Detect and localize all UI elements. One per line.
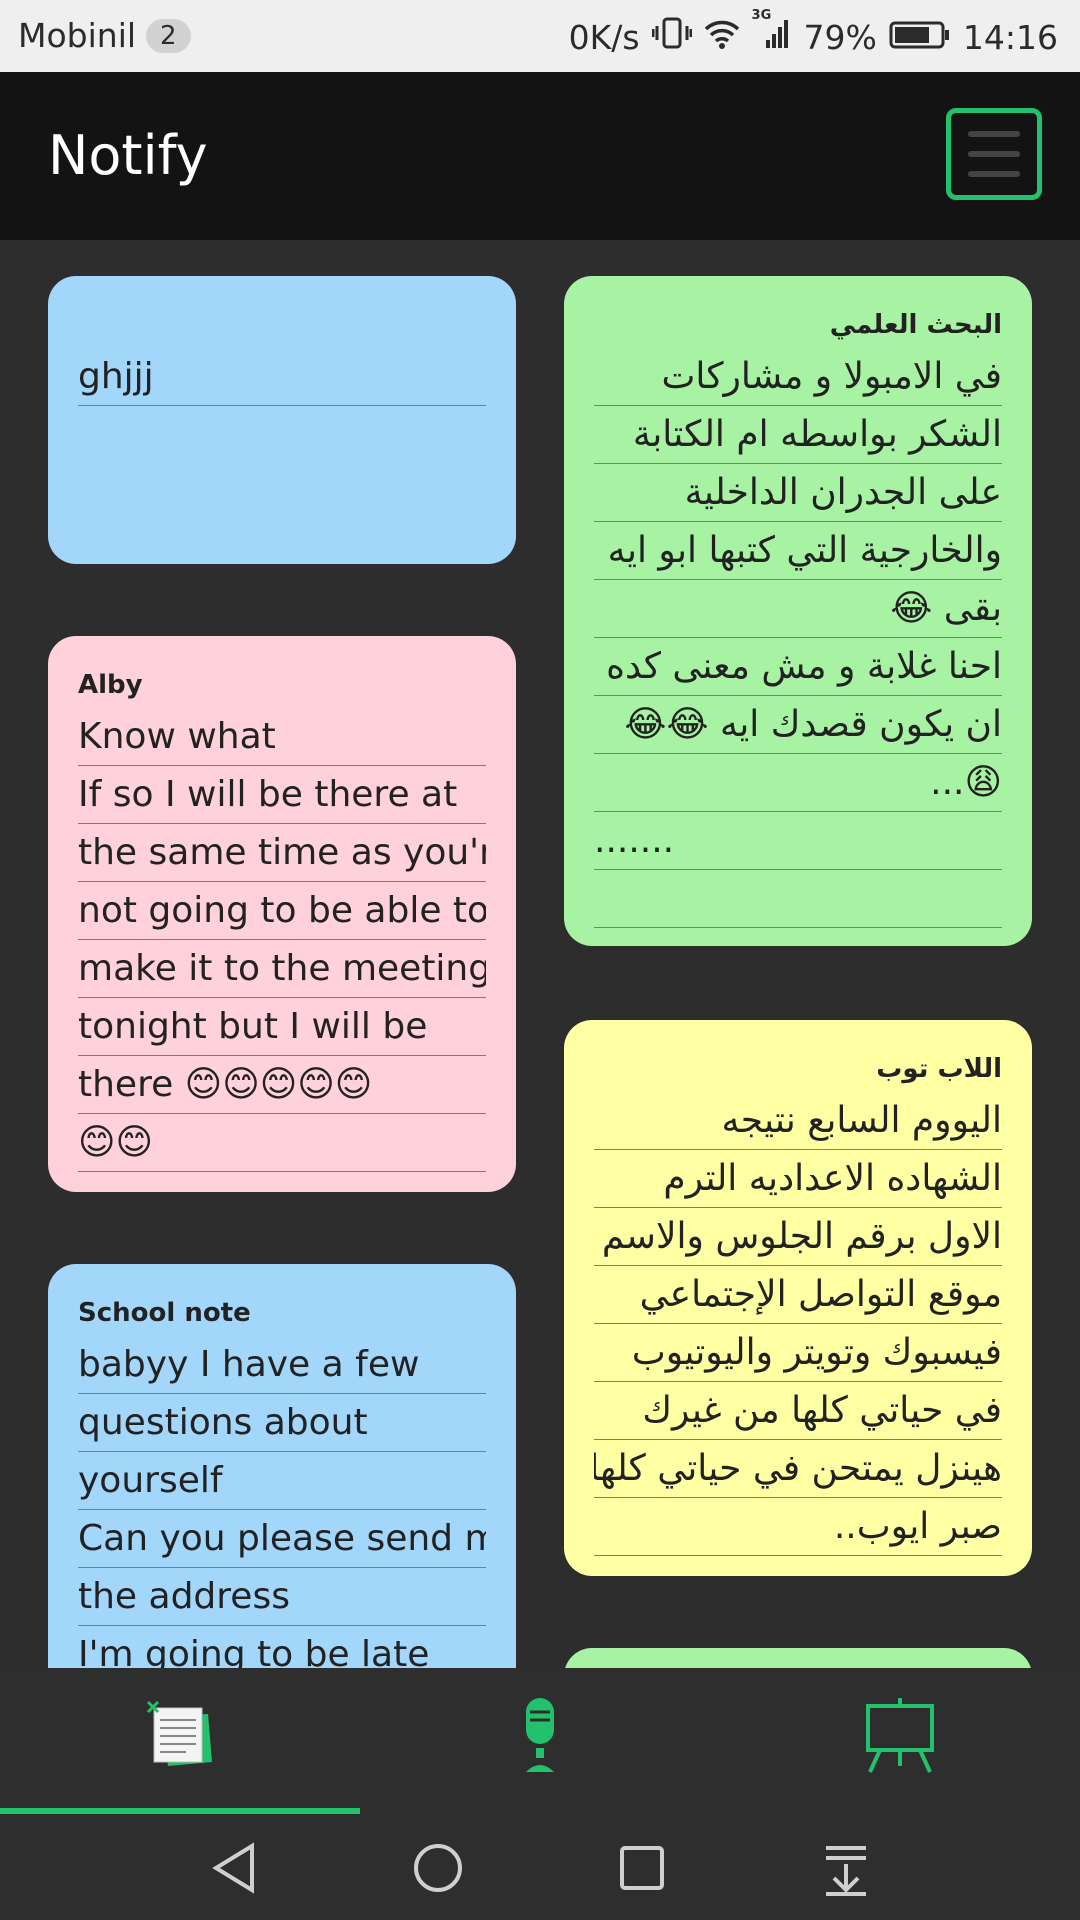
note-card[interactable]: البحث العلمي في الامبولا و مشاركات الشكر…	[564, 276, 1032, 946]
app-title: Notify	[48, 124, 208, 187]
note-line: صبر ايوب..	[594, 1498, 1002, 1556]
note-title: Alby	[78, 670, 143, 700]
note-line: Can you please send me	[78, 1510, 486, 1568]
note-line: babyy I have a few	[78, 1336, 486, 1394]
note-line: الشكر بواسطه ام الكتابة	[594, 406, 1002, 464]
note-line: موقع التواصل الإجتماعي	[594, 1266, 1002, 1324]
note-line: الاول برقم الجلوس والاسم	[594, 1208, 1002, 1266]
note-title: البحث العلمي	[829, 310, 1002, 340]
note-line: فيسبوك وتويتر واليوتيوب	[594, 1324, 1002, 1382]
note-line: tonight but I will be	[78, 998, 486, 1056]
system-navigation-bar	[0, 1814, 1080, 1920]
note-line: yourself	[78, 1452, 486, 1510]
bottom-navigation	[0, 1668, 1080, 1814]
menu-bar	[968, 131, 1020, 137]
notes-grid: ghjjj البحث العلمي في الامبولا و مشاركات…	[0, 240, 1080, 1668]
note-line: questions about	[78, 1394, 486, 1452]
carrier-name: Mobinil	[18, 16, 137, 55]
note-line: the address	[78, 1568, 486, 1626]
whiteboard-icon	[860, 1696, 940, 1780]
menu-button[interactable]	[946, 108, 1042, 200]
notification-count-badge: 2	[146, 18, 191, 53]
battery-icon	[889, 18, 951, 57]
status-bar: Mobinil 2 0K/s 3G 79% 14:16	[0, 0, 1080, 72]
wifi-icon	[704, 18, 740, 57]
home-icon	[414, 1844, 462, 1892]
back-icon	[212, 1842, 254, 1894]
recents-button[interactable]	[612, 1838, 672, 1898]
note-title: School note	[78, 1298, 251, 1328]
whiteboard-tab[interactable]	[850, 1688, 950, 1788]
note-line: اليووم السابع نتيجه	[594, 1092, 1002, 1150]
note-line: make it to the meeting	[78, 940, 486, 998]
microphone-icon	[500, 1696, 580, 1780]
recents-icon	[620, 1846, 664, 1890]
note-body: اليووم السابع نتيجه الشهاده الاعداديه ال…	[594, 1092, 1002, 1556]
clock: 14:16	[962, 17, 1058, 57]
vibrate-icon	[651, 16, 693, 58]
menu-bar	[968, 171, 1020, 177]
note-card[interactable]	[564, 1648, 1032, 1668]
note-line: 😊😊	[78, 1114, 486, 1172]
note-line: في الامبولا و مشاركات	[594, 348, 1002, 406]
notification-pull-button[interactable]	[816, 1838, 876, 1898]
note-line: في حياتي كلها من غيرك	[594, 1382, 1002, 1440]
note-body: في الامبولا و مشاركات الشكر بواسطه ام ال…	[594, 348, 1002, 928]
note-line: Know what	[78, 708, 486, 766]
network-type: 3G	[751, 8, 772, 23]
back-button[interactable]	[204, 1838, 264, 1898]
app-bar: Notify	[0, 72, 1080, 240]
note-line: هينزل يمتحن في حياتي كلها	[594, 1440, 1002, 1498]
battery-percent: 79%	[803, 17, 877, 57]
note-body: Know what If so I will be there at the s…	[78, 708, 486, 1172]
note-card[interactable]: School note babyy I have a few questions…	[48, 1264, 516, 1668]
notes-icon	[140, 1696, 220, 1780]
notes-tab[interactable]	[130, 1688, 230, 1788]
menu-bar	[968, 151, 1020, 157]
note-card[interactable]: ghjjj	[48, 276, 516, 564]
note-line: the same time as you're	[78, 824, 486, 882]
note-card[interactable]: Alby Know what If so I will be there at …	[48, 636, 516, 1192]
note-line: I'm going to be late	[78, 1626, 486, 1668]
note-line: there 😊😊😊😊😊	[78, 1056, 486, 1114]
note-card[interactable]: اللاب توب اليووم السابع نتيجه الشهاده ال…	[564, 1020, 1032, 1576]
note-title: اللاب توب	[876, 1054, 1002, 1084]
note-body: babyy I have a few questions about yours…	[78, 1336, 486, 1668]
note-line: على الجدران الداخلية	[594, 464, 1002, 522]
note-title	[78, 310, 486, 340]
home-button[interactable]	[408, 1838, 468, 1898]
note-line: الشهاده الاعداديه الترم	[594, 1150, 1002, 1208]
note-line: .......	[594, 812, 1002, 870]
note-line: ghjjj	[78, 348, 486, 406]
note-body: ghjjj	[78, 348, 486, 406]
signal-icon: 3G	[752, 8, 792, 58]
note-line: ان يكون قصدك ايه 😂😂	[594, 696, 1002, 754]
note-line: احنا غلابة و مش معنى كده	[594, 638, 1002, 696]
note-line	[594, 870, 1002, 928]
note-line: 😩...	[594, 754, 1002, 812]
network-speed: 0K/s	[568, 17, 640, 57]
voice-note-tab[interactable]	[490, 1688, 590, 1788]
note-line: If so I will be there at	[78, 766, 486, 824]
notification-pull-icon	[826, 1846, 866, 1896]
note-line: بقى 😂	[594, 580, 1002, 638]
note-line: والخارجية التي كتبها ابو ايه	[594, 522, 1002, 580]
note-line: not going to be able to	[78, 882, 486, 940]
